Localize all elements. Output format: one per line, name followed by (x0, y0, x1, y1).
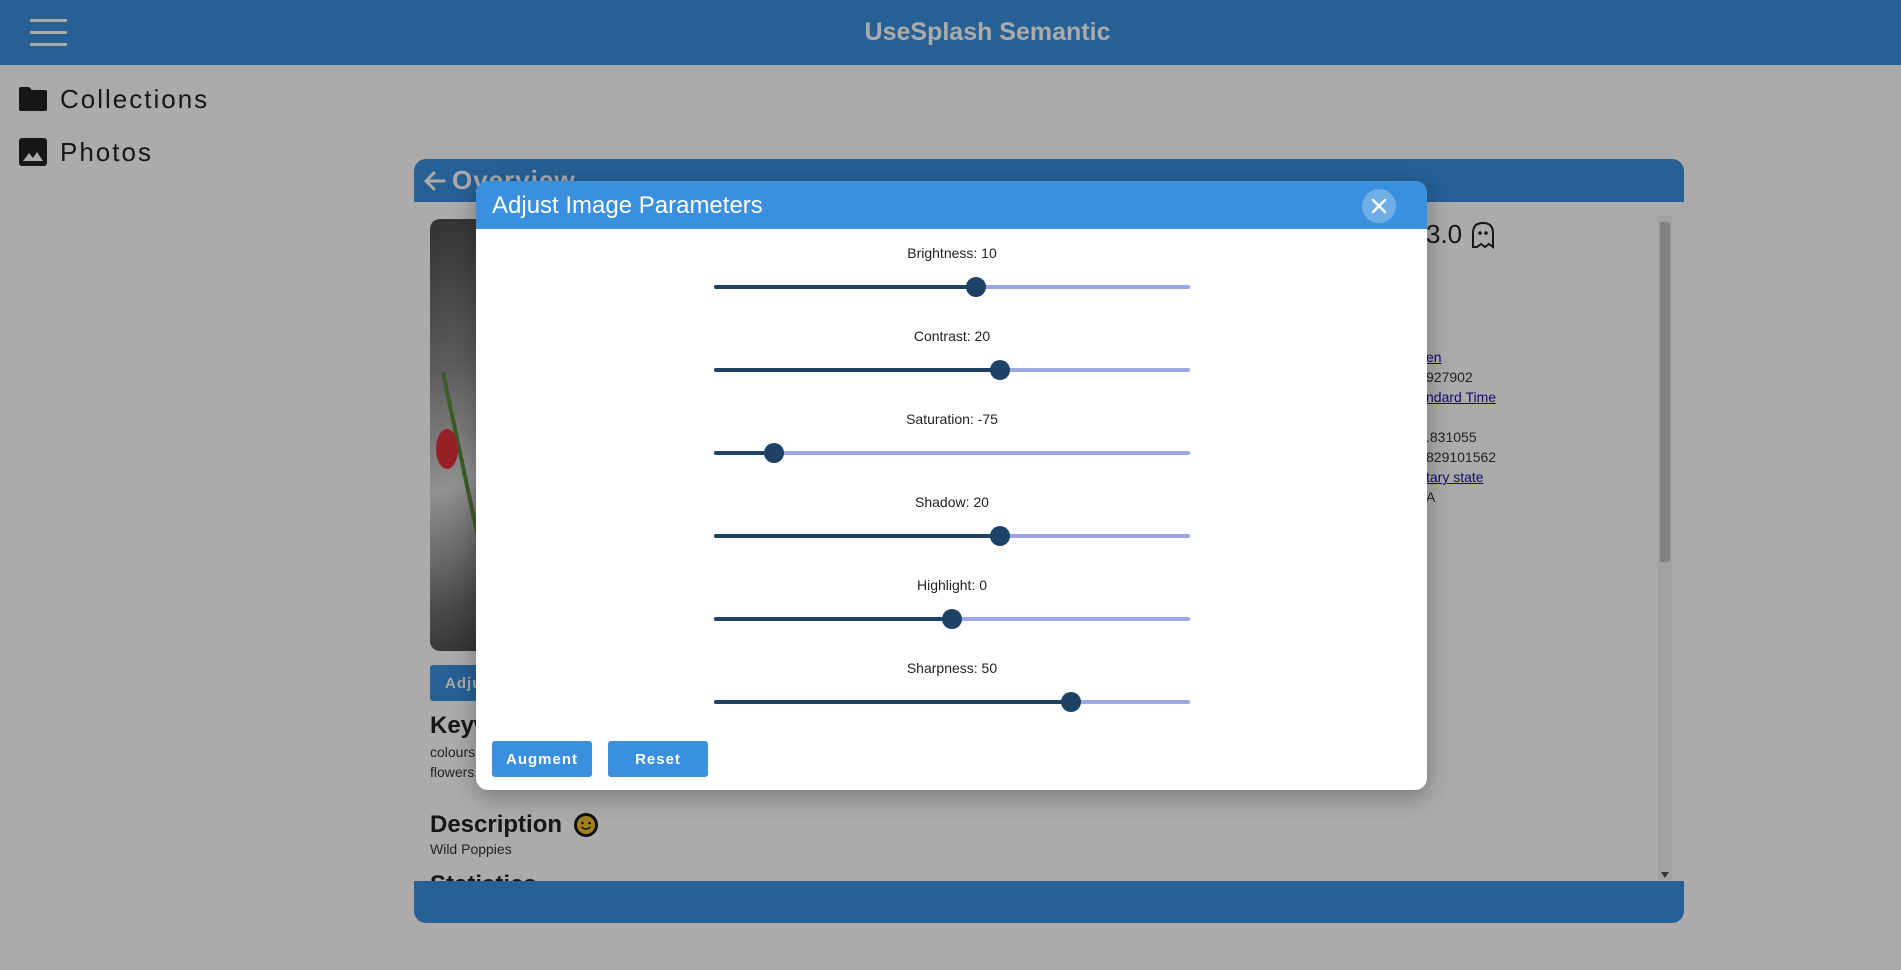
dialog-title: Adjust Image Parameters (492, 192, 763, 219)
slider-label: Highlight: 0 (916, 577, 988, 593)
slider-track[interactable] (714, 526, 1190, 546)
slider-label: Shadow: 20 (915, 494, 989, 510)
dialog-header: Adjust Image Parameters (476, 181, 1427, 229)
slider-label: Sharpness: 50 (906, 660, 998, 676)
slider-thumb[interactable] (989, 526, 1010, 546)
slider-fill (714, 617, 952, 621)
shadow-slider: Shadow: 20 (714, 494, 1190, 574)
slider-label: Saturation: -75 (906, 411, 998, 427)
close-icon (1371, 198, 1387, 214)
adjust-parameters-dialog: Adjust Image Parameters Brightness: 10 C… (476, 181, 1427, 790)
slider-thumb[interactable] (763, 443, 784, 463)
slider-thumb[interactable] (965, 277, 986, 297)
slider-track[interactable] (714, 609, 1190, 629)
slider-track[interactable] (714, 360, 1190, 380)
slider-thumb[interactable] (942, 609, 962, 629)
saturation-slider: Saturation: -75 (714, 411, 1190, 491)
contrast-slider: Contrast: 20 (714, 328, 1190, 408)
slider-fill (714, 534, 1000, 538)
reset-button[interactable]: Reset (608, 741, 708, 777)
slider-track[interactable] (714, 277, 1190, 297)
slider-fill (714, 285, 976, 289)
slider-thumb[interactable] (1061, 692, 1081, 712)
slider-label: Brightness: 10 (907, 245, 997, 261)
slider-thumb[interactable] (989, 360, 1010, 380)
slider-track[interactable] (714, 692, 1190, 712)
highlight-slider: Highlight: 0 (714, 577, 1190, 657)
sharpness-slider: Sharpness: 50 (714, 660, 1190, 740)
slider-fill (714, 700, 1071, 704)
brightness-slider: Brightness: 10 (714, 245, 1190, 325)
augment-button[interactable]: Augment (492, 741, 592, 777)
slider-track[interactable] (714, 443, 1190, 463)
slider-label: Contrast: 20 (913, 328, 991, 344)
slider-fill (714, 368, 1000, 372)
close-button[interactable] (1362, 189, 1396, 223)
